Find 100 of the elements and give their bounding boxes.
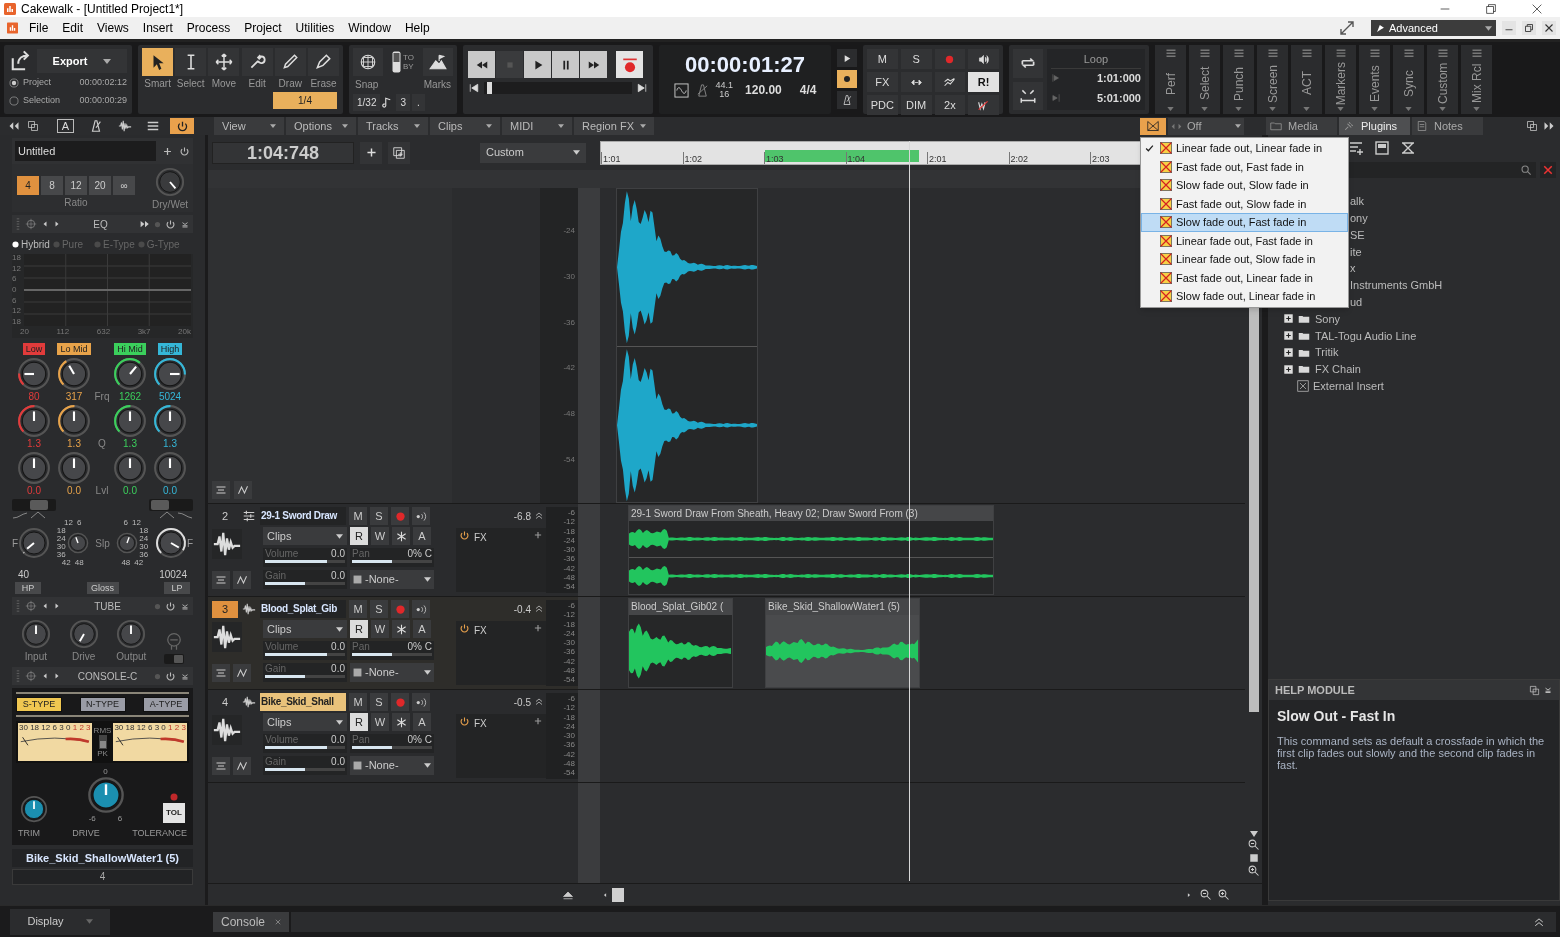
menu-item[interactable]: Help — [397, 17, 437, 39]
mute-button[interactable]: M — [349, 507, 367, 525]
view-menu[interactable]: View — [214, 117, 284, 135]
mix-button[interactable]: DIM — [900, 95, 932, 115]
view-menu[interactable]: Options — [286, 117, 356, 135]
gloss-button[interactable]: Gloss — [86, 582, 119, 594]
solo-button[interactable]: S — [370, 600, 388, 618]
audio-clip[interactable]: Bike_Skid_ShallowWater1 (5) — [765, 598, 920, 688]
automation-dropdown[interactable]: Clips — [263, 713, 347, 731]
browser-tab[interactable]: Plugins — [1339, 117, 1410, 135]
module-tab[interactable]: Events — [1359, 45, 1390, 114]
mix-button[interactable]: S — [900, 49, 932, 69]
menu-item[interactable]: Process — [179, 17, 238, 39]
gain-slider[interactable]: Gain 0.0 — [263, 570, 347, 589]
module-tab[interactable]: Punch — [1223, 45, 1254, 114]
time-field[interactable]: 1:04:748 — [212, 141, 354, 164]
module-tab[interactable]: Perf — [1155, 45, 1186, 114]
track-number[interactable]: 2 — [212, 507, 238, 525]
menu-item[interactable]: File — [22, 17, 56, 39]
plugin-folder[interactable]: FX Chain — [1315, 361, 1361, 378]
input-dropdown[interactable]: -None- — [350, 756, 434, 775]
ratio-button[interactable]: 20 — [89, 176, 111, 195]
automation-dropdown[interactable]: Clips — [263, 620, 347, 638]
lane-button[interactable]: W — [371, 713, 389, 731]
font-button[interactable]: A — [57, 119, 74, 133]
gain-slider[interactable]: Gain 0.0 — [263, 663, 347, 682]
track-name-field[interactable]: Blood_Splat_Gib — [260, 600, 346, 618]
dot-button[interactable]: . — [412, 93, 425, 111]
ratio-button[interactable]: 8 — [41, 176, 63, 195]
automation-dropdown[interactable]: Clips — [263, 527, 347, 545]
preset-dropdown[interactable]: Custom — [480, 142, 586, 163]
audio-clip[interactable]: Blood_Splat_Gib02 ( — [628, 598, 733, 688]
ratio-button[interactable]: 4 — [17, 176, 39, 195]
ratio-button[interactable]: ∞ — [113, 176, 135, 195]
lp-button[interactable]: LP — [164, 582, 190, 594]
type-button[interactable]: A-TYPE — [143, 697, 189, 712]
lane-button[interactable]: A — [413, 713, 431, 731]
type-button[interactable]: S-TYPE — [16, 697, 62, 712]
plugin-vendor[interactable]: ony — [1350, 209, 1368, 227]
menu-item[interactable]: Window — [341, 17, 398, 39]
plugin-folder[interactable]: TAL-Togu Audio Line — [1315, 327, 1417, 344]
solo-button[interactable]: S — [370, 507, 388, 525]
count-button[interactable]: 3 — [396, 93, 411, 111]
plugin-folder[interactable]: Tritik — [1315, 344, 1339, 361]
mix-button[interactable]: R! — [968, 72, 999, 92]
plugin-vendor[interactable]: SE — [1350, 226, 1365, 244]
mute-button[interactable]: M — [349, 693, 367, 711]
plugin-vendor[interactable]: x — [1350, 260, 1356, 277]
track-number[interactable]: 4 — [212, 693, 238, 711]
solo-button[interactable]: S — [370, 693, 388, 711]
volume-slider[interactable]: Volume 0.0 — [263, 734, 347, 753]
mute-button[interactable]: M — [349, 600, 367, 618]
menu-item[interactable]: Slow fade out, Slow fade in — [1141, 176, 1348, 195]
menu-item[interactable]: Insert — [135, 17, 180, 39]
volume-slider[interactable]: Volume 0.0 — [263, 641, 347, 660]
view-menu[interactable]: Region FX — [574, 117, 654, 135]
preset-field[interactable]: Untitled — [15, 141, 156, 161]
menu-item[interactable]: Slow fade out, Linear fade in — [1141, 287, 1348, 306]
lane-button[interactable]: R — [350, 620, 368, 638]
browser-tab[interactable]: Notes — [1412, 117, 1483, 135]
menu-item[interactable]: Project — [237, 17, 289, 39]
ratio-button[interactable]: 12 — [65, 176, 87, 195]
menu-item[interactable]: Views — [90, 17, 136, 39]
plugin-vendor[interactable]: ite — [1350, 243, 1362, 261]
input-dropdown[interactable]: -None- — [350, 663, 434, 682]
plugin-folder[interactable]: Sony — [1315, 310, 1341, 328]
pan-slider[interactable]: Pan 0% C — [350, 641, 434, 660]
plugin-vendor[interactable]: ud — [1350, 293, 1363, 311]
module-tab[interactable]: Markers — [1325, 45, 1356, 114]
volume-slider[interactable]: Volume 0.0 — [263, 548, 347, 567]
view-menu[interactable]: MIDI — [502, 117, 572, 135]
view-menu[interactable]: Tracks — [358, 117, 428, 135]
crossfade-dropdown[interactable]: Off — [1168, 117, 1244, 135]
pan-slider[interactable]: Pan 0% C — [350, 548, 434, 567]
menu-item[interactable]: Utilities — [288, 17, 342, 39]
browser-tab[interactable]: Media — [1266, 117, 1337, 135]
gain-slider[interactable]: Gain 0.0 — [263, 756, 347, 775]
plugin-vendor[interactable]: alk — [1350, 193, 1365, 210]
display-tab[interactable]: Display — [10, 908, 110, 935]
plugin-vendor[interactable]: Instruments GmbH — [1350, 277, 1443, 294]
view-menu[interactable]: Clips — [430, 117, 500, 135]
menu-item[interactable]: Fast fade out, Linear fade in — [1141, 268, 1348, 287]
mix-button[interactable]: M — [867, 49, 898, 69]
fx-bin[interactable]: FX — [456, 714, 546, 778]
pan-slider[interactable]: Pan 0% C — [350, 734, 434, 753]
track-name-field[interactable]: 29-1 Sword Draw — [260, 507, 346, 525]
lane-button[interactable]: R — [350, 713, 368, 731]
mix-button[interactable]: 2x — [934, 95, 966, 115]
tol-button[interactable]: TOL — [163, 803, 185, 823]
menu-item[interactable]: Fast fade out, Slow fade in — [1141, 194, 1348, 213]
track-name-field[interactable]: Bike_Skid_Shall — [260, 693, 346, 711]
module-tab[interactable]: Sync — [1393, 45, 1424, 114]
fx-bin[interactable]: FX — [456, 621, 546, 685]
menu-item[interactable]: Linear fade out, Slow fade in — [1141, 250, 1348, 269]
workspace-dropdown[interactable]: Advanced — [1371, 20, 1496, 36]
module-tab[interactable]: Screen — [1257, 45, 1288, 114]
module-tab[interactable]: Custom — [1427, 45, 1458, 114]
export-button[interactable]: Export — [37, 49, 127, 73]
module-tab[interactable]: Select — [1189, 45, 1220, 114]
plugin-item[interactable]: External Insert — [1313, 377, 1384, 395]
